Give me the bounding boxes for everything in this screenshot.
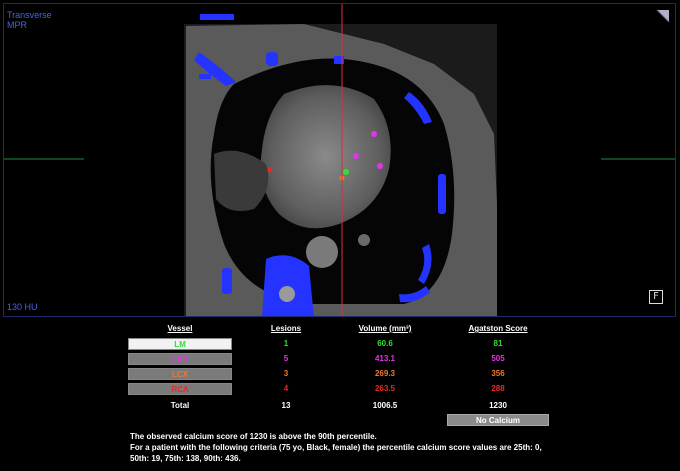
mpr-viewport[interactable]: Transverse MPR 130 HU F <box>3 3 676 317</box>
fullscreen-button[interactable]: F <box>649 290 663 304</box>
total-row: Total 13 1006.5 1230 <box>0 400 680 413</box>
lad-calcium <box>371 131 377 137</box>
message-line: For a patient with the following criteri… <box>130 443 542 452</box>
corner-fold-icon[interactable] <box>655 8 671 24</box>
total-volume: 1006.5 <box>372 401 398 410</box>
vessel-row-rca: RCA 4 263.5 288 <box>0 383 680 396</box>
header-vessel: Vessel <box>167 324 193 333</box>
vessel-button-rca[interactable]: RCA <box>128 383 232 395</box>
message-line: The observed calcium score of 1230 is ab… <box>130 432 377 441</box>
spinal-canal <box>279 286 295 302</box>
volume-value: 269.3 <box>374 369 396 378</box>
agatston-value: 505 <box>491 354 505 363</box>
rib-calcium <box>222 268 232 294</box>
vessel-button-lad[interactable]: LAD <box>128 353 232 365</box>
volume-value: 263.5 <box>374 384 396 393</box>
header-lesions: Lesions <box>270 324 302 333</box>
rib-calcium <box>199 74 211 79</box>
ct-transverse-image[interactable] <box>4 4 676 317</box>
volume-value: 413.1 <box>374 354 396 363</box>
lesions-value: 5 <box>283 354 289 363</box>
rib-calcium <box>266 52 278 66</box>
lesions-value: 4 <box>283 384 289 393</box>
no-calcium-button[interactable]: No Calcium <box>447 414 549 426</box>
lesions-value: 1 <box>283 339 289 348</box>
total-agatston: 1230 <box>489 401 507 410</box>
message-line: 50th: 19, 75th: 138, 90th: 436. <box>130 454 241 463</box>
header-volume: Volume (mm³) <box>358 324 412 333</box>
descending-aorta <box>306 236 338 268</box>
vessel-row-lad: LAD 5 413.1 505 <box>0 353 680 366</box>
lm-calcium <box>343 169 349 175</box>
vessel-button-lm[interactable]: LM <box>128 338 232 350</box>
lad-calcium <box>377 163 383 169</box>
calcium-score-panel: Vessel Lesions Volume (mm³) Agatston Sco… <box>0 318 680 471</box>
total-lesions: 13 <box>281 401 291 410</box>
top-calcium <box>200 14 234 20</box>
mode-label: MPR <box>7 20 27 30</box>
percentile-message: The observed calcium score of 1230 is ab… <box>130 431 570 464</box>
lesions-value: 3 <box>283 369 289 378</box>
hu-threshold-label: 130 HU <box>7 302 38 312</box>
volume-value: 60.6 <box>377 339 393 348</box>
agatston-value: 288 <box>491 384 505 393</box>
total-label: Total <box>170 401 190 410</box>
rca-calcium <box>267 167 273 173</box>
viewport-title: Transverse MPR <box>7 10 52 30</box>
agatston-value: 81 <box>493 339 503 348</box>
vessel-row-lm: LM 1 60.6 81 <box>0 338 680 351</box>
lad-calcium <box>353 153 359 159</box>
vessel-section <box>358 234 370 246</box>
vessel-button-lcx[interactable]: LCX <box>128 368 232 380</box>
orientation-label: Transverse <box>7 10 52 20</box>
rib-calcium <box>438 174 446 214</box>
vessel-row-lcx: LCX 3 269.3 356 <box>0 368 680 381</box>
agatston-value: 356 <box>491 369 505 378</box>
header-agatston: Agatston Score <box>468 324 528 333</box>
